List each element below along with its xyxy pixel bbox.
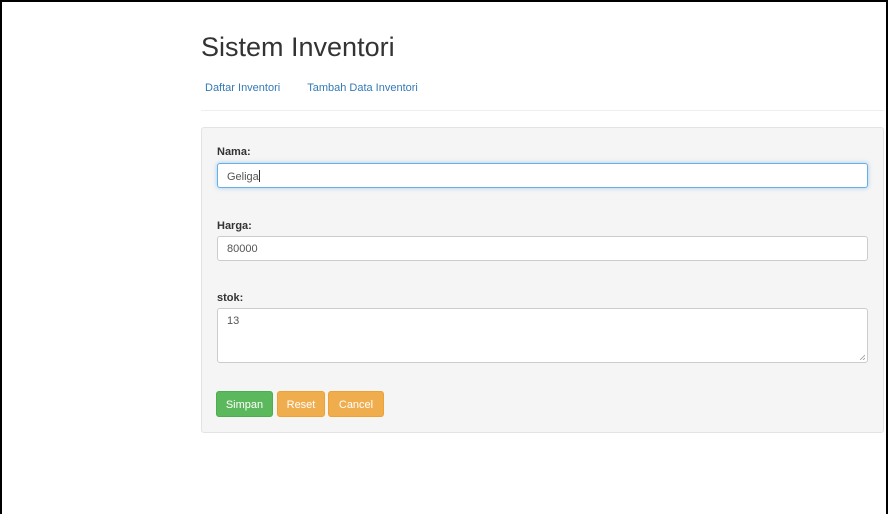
nav-links: Daftar Inventori Tambah Data Inventori [201, 82, 441, 94]
nama-input-value: Geliga [227, 171, 259, 183]
nav-link-daftar-inventori[interactable]: Daftar Inventori [201, 82, 280, 94]
resize-grip-icon[interactable] [859, 354, 865, 360]
stok-label: stok: [217, 292, 244, 304]
nav-link-tambah-data-inventori[interactable]: Tambah Data Inventori [303, 82, 418, 94]
page-title: Sistem Inventori [201, 32, 395, 62]
header-divider [201, 110, 884, 111]
browser-viewport: Sistem Inventori Daftar Inventori Tambah… [0, 0, 888, 514]
simpan-button[interactable]: Simpan [216, 391, 273, 417]
nama-input[interactable]: Geliga [217, 163, 868, 188]
stok-textarea[interactable]: 13 [217, 308, 868, 363]
harga-label: Harga: [217, 220, 252, 232]
cancel-button[interactable]: Cancel [328, 391, 384, 417]
stok-textarea-value: 13 [227, 315, 240, 327]
harga-input[interactable]: 80000 [217, 236, 868, 261]
reset-button[interactable]: Reset [277, 391, 325, 417]
inventory-form: Nama: Geliga Harga: 80000 stok: 13 Simpa… [201, 127, 884, 433]
text-caret [258, 170, 260, 182]
nama-label: Nama: [217, 146, 251, 158]
